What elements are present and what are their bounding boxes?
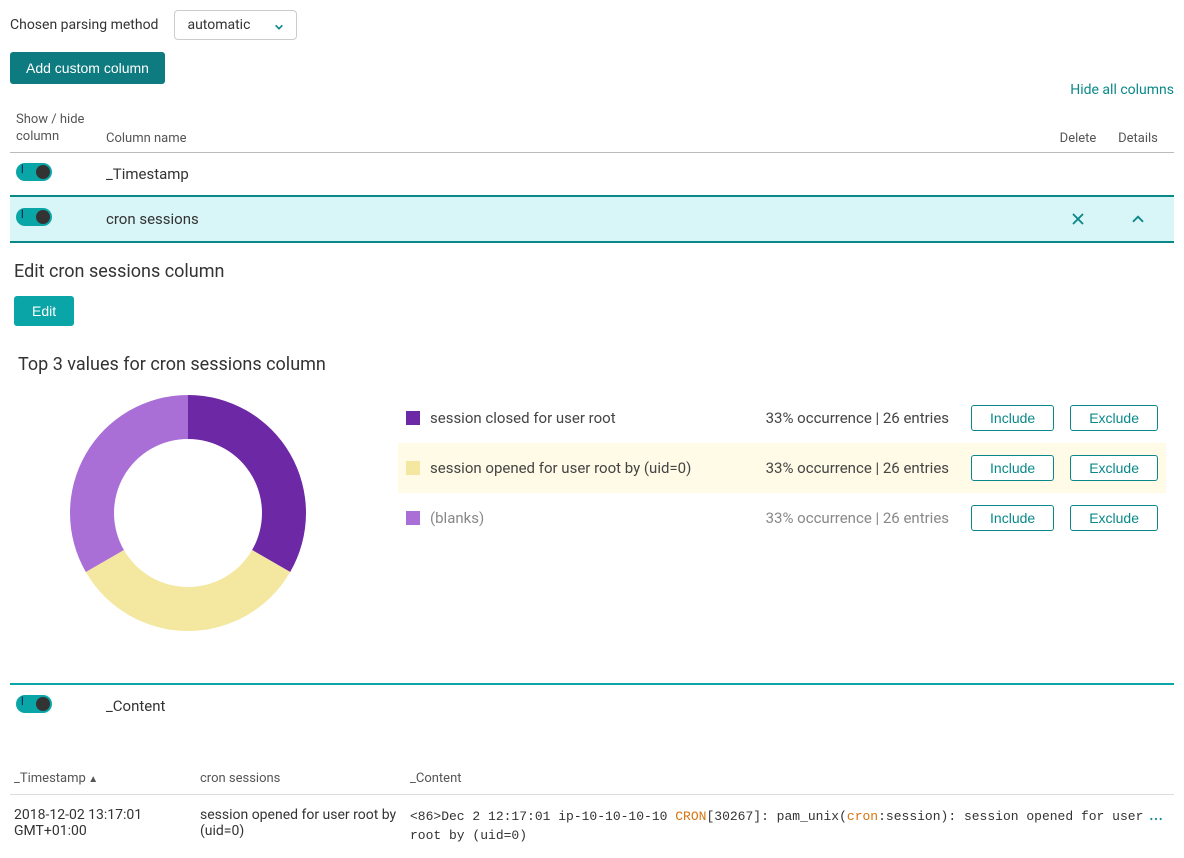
column-toggle[interactable]: | xyxy=(16,208,52,226)
column-row: | cron sessions xyxy=(10,195,1174,243)
column-toggle[interactable]: | xyxy=(16,163,52,181)
top-value-row: session closed for user root 33% occurren… xyxy=(398,393,1166,443)
col-header-name: Column name xyxy=(106,131,1048,146)
top3-title: Top 3 values for cron sessions column xyxy=(18,354,1170,375)
cell-timestamp: 2018-12-02 13:17:01 GMT+01:00 xyxy=(10,807,200,839)
data-header-content[interactable]: _Content xyxy=(410,771,1144,786)
color-swatch xyxy=(406,511,420,525)
donut-slice xyxy=(188,395,306,572)
data-header-timestamp[interactable]: _Timestamp ▲ xyxy=(10,771,200,786)
top-value-label: session closed for user root xyxy=(430,409,719,427)
include-button[interactable]: Include xyxy=(971,505,1054,531)
exclude-button[interactable]: Exclude xyxy=(1070,505,1158,531)
donut-slice xyxy=(70,395,188,572)
parsing-method-select[interactable]: automatic xyxy=(174,10,297,40)
column-name-content: _Content xyxy=(106,697,165,715)
top-value-label: (blanks) xyxy=(430,509,719,527)
data-row: 2018-12-02 13:17:01 GMT+01:00 session op… xyxy=(10,795,1174,858)
top-value-stats: 33% occurrence | 26 entries xyxy=(729,409,949,427)
edit-button[interactable]: Edit xyxy=(14,296,74,326)
chevron-down-icon xyxy=(274,20,284,30)
cell-cron: session opened for user root by (uid=0) xyxy=(200,807,410,839)
top-value-label: session opened for user root by (uid=0) xyxy=(430,459,719,477)
col-header-details: Details xyxy=(1108,131,1168,146)
donut-slice xyxy=(86,550,290,631)
edit-section-title: Edit cron sessions column xyxy=(14,261,1170,282)
top-value-row: (blanks) 33% occurrence | 26 entries Inclu… xyxy=(398,493,1166,543)
column-name: _Timestamp xyxy=(106,165,1048,183)
donut-chart xyxy=(68,393,308,633)
include-button[interactable]: Include xyxy=(971,405,1054,431)
sort-asc-icon: ▲ xyxy=(86,774,98,785)
top-value-stats: 33% occurrence | 26 entries xyxy=(729,509,949,527)
parsing-method-label: Chosen parsing method xyxy=(10,17,158,33)
data-header-cron[interactable]: cron sessions xyxy=(200,771,410,786)
col-header-showhide: Show / hide column xyxy=(16,112,106,146)
more-icon[interactable] xyxy=(1144,807,1168,831)
column-name: cron sessions xyxy=(106,210,1048,228)
delete-icon[interactable] xyxy=(1066,207,1090,231)
column-row: | _Timestamp xyxy=(10,153,1174,195)
cell-content: <86>Dec 2 12:17:01 ip-10-10-10-10 CRON[3… xyxy=(410,807,1144,846)
color-swatch xyxy=(406,411,420,425)
color-swatch xyxy=(406,461,420,475)
top-value-row: session opened for user root by (uid=0) 3… xyxy=(398,443,1166,493)
exclude-button[interactable]: Exclude xyxy=(1070,405,1158,431)
exclude-button[interactable]: Exclude xyxy=(1070,455,1158,481)
top-value-stats: 33% occurrence | 26 entries xyxy=(729,459,949,477)
chevron-up-icon[interactable] xyxy=(1126,207,1150,231)
col-header-delete: Delete xyxy=(1048,131,1108,146)
include-button[interactable]: Include xyxy=(971,455,1054,481)
parsing-method-value: automatic xyxy=(187,17,250,33)
hide-all-columns-link[interactable]: Hide all columns xyxy=(1070,82,1174,98)
column-toggle-content[interactable]: | xyxy=(16,695,52,713)
add-custom-column-button[interactable]: Add custom column xyxy=(10,52,165,84)
